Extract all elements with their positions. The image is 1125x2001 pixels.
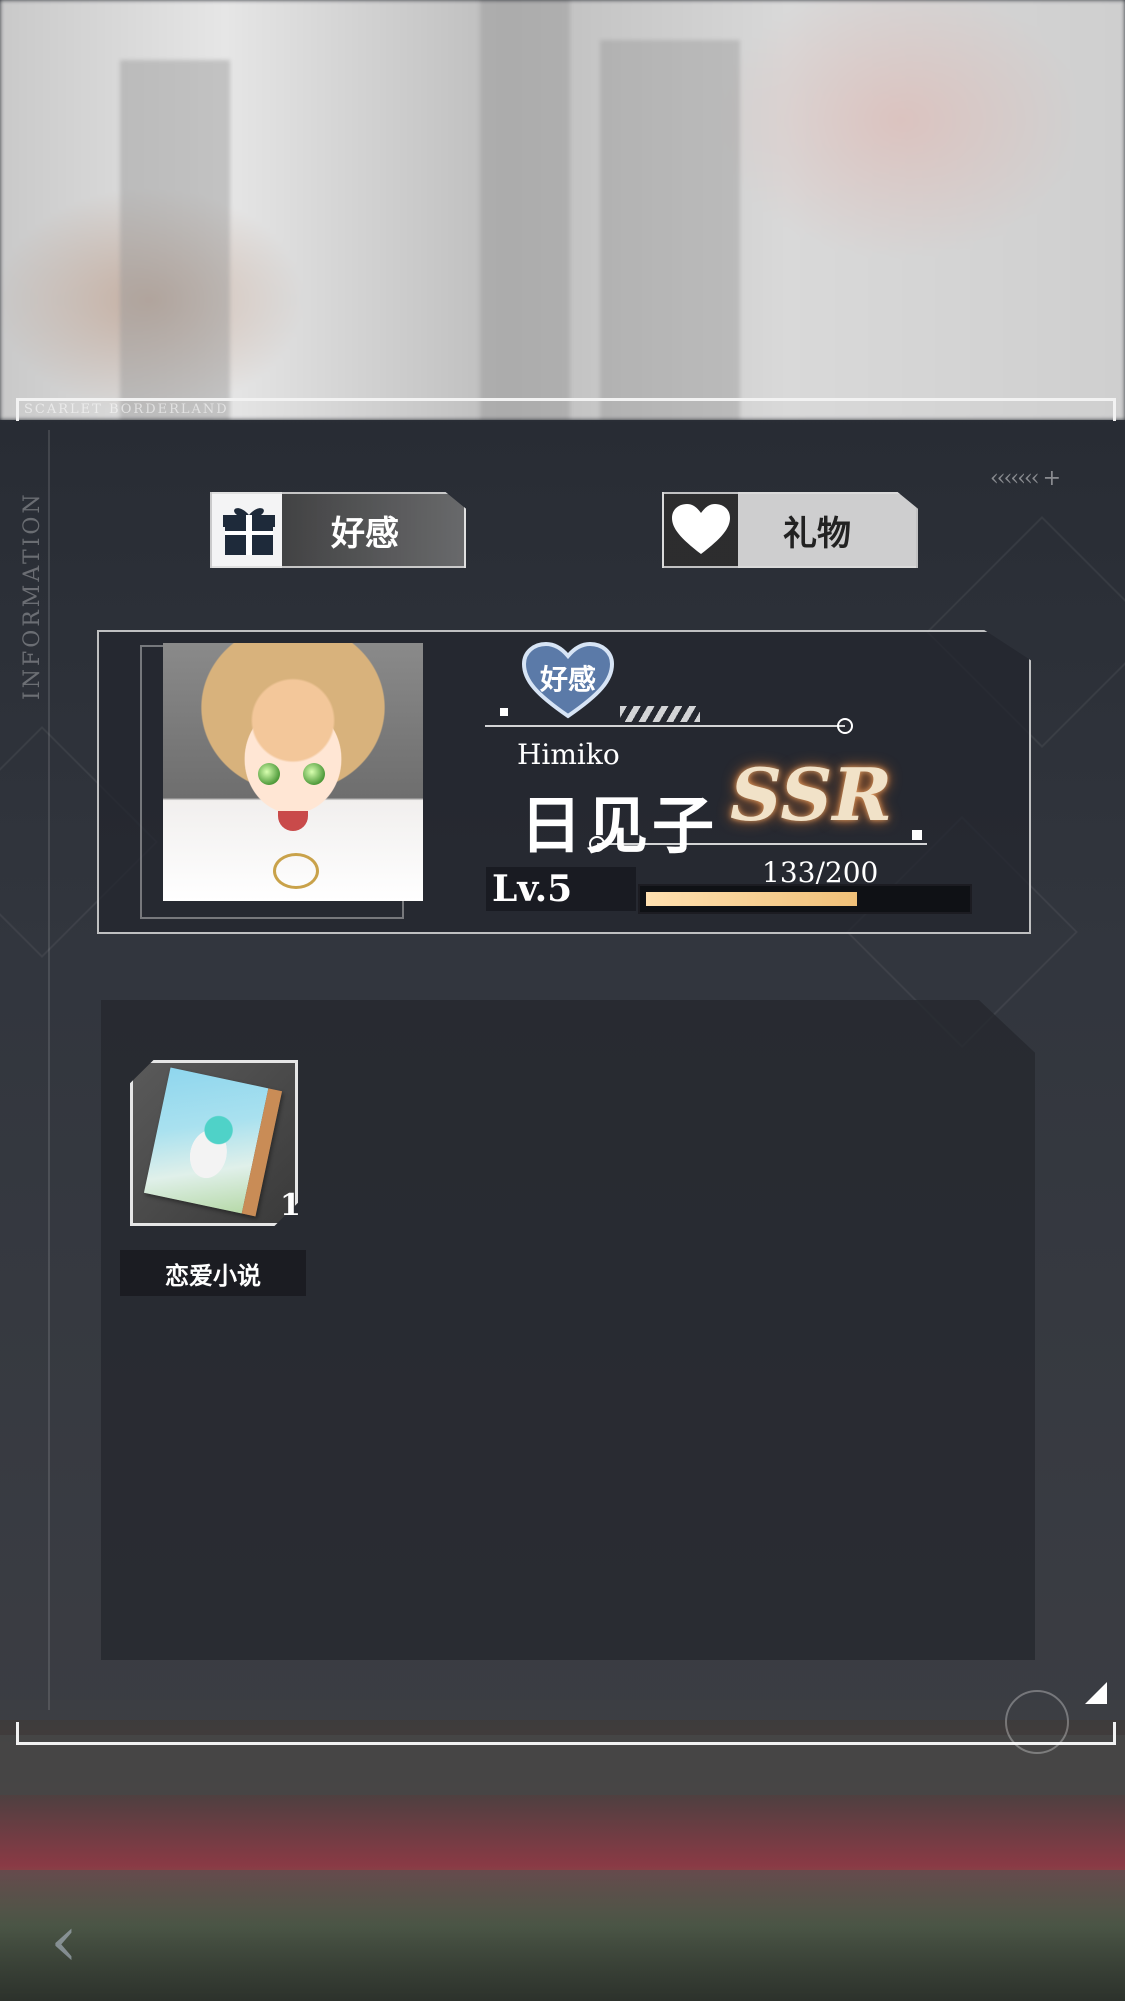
gift-icon — [212, 494, 286, 566]
square-marker — [500, 708, 508, 716]
arrows-decoration-icon: ‹‹‹‹‹‹‹ + — [990, 466, 1061, 491]
character-portrait — [163, 643, 423, 901]
side-divider — [48, 430, 50, 1710]
frame-bottom — [16, 1722, 1116, 1745]
divider-top — [485, 718, 853, 734]
tab-affection[interactable]: 好感 — [210, 492, 466, 568]
tab-affection-label: 好感 — [331, 513, 399, 554]
rarity-badge: SSR — [730, 752, 893, 837]
side-label: INFORMATION — [20, 491, 45, 700]
corner-triangle — [1085, 1682, 1107, 1704]
background-top — [0, 0, 1125, 420]
gift-item[interactable]: 1 — [130, 1060, 301, 1228]
tab-gift[interactable]: 礼物 — [662, 492, 918, 568]
item-name: 恋爱小说 — [120, 1250, 306, 1296]
circle-decoration — [1005, 1690, 1069, 1754]
divider-bottom — [589, 836, 927, 852]
square-marker — [912, 830, 922, 840]
tab-gift-label: 礼物 — [783, 513, 851, 554]
exp-progress-bar — [638, 884, 972, 914]
exp-progress-fill — [646, 892, 857, 906]
affection-heart-badge: 好感 — [520, 640, 616, 720]
back-chevron-icon: ‹ — [50, 1900, 78, 1982]
item-count: 1 — [280, 1188, 301, 1223]
character-name-cn: 日见子 — [520, 789, 719, 862]
stripe-decoration — [620, 706, 700, 722]
affection-badge-label: 好感 — [539, 663, 596, 696]
brand-text: SCARLET BORDERLAND — [24, 402, 229, 417]
level-label: Lv.5 — [492, 868, 573, 910]
background-bottom: ‹ — [0, 1700, 1125, 2001]
character-name-en: Himiko — [517, 738, 620, 771]
heart-icon — [664, 494, 738, 566]
